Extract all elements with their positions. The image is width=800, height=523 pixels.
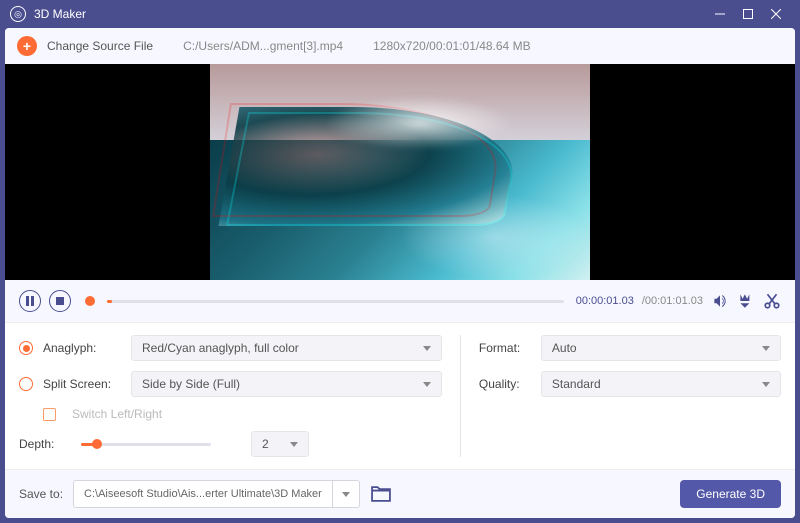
depth-slider[interactable] <box>81 443 211 446</box>
chevron-down-icon <box>290 442 298 447</box>
settings-panel: Anaglyph: Red/Cyan anaglyph, full color … <box>5 323 795 469</box>
bottom-bar: Save to: C:\Aiseesoft Studio\Ais...erter… <box>5 469 795 518</box>
open-folder-button[interactable] <box>370 483 392 505</box>
change-source-button[interactable]: Change Source File <box>47 39 153 53</box>
volume-button[interactable] <box>711 292 729 310</box>
stop-button[interactable] <box>49 290 71 312</box>
depth-select[interactable]: 2 <box>251 431 309 457</box>
pause-button[interactable] <box>19 290 41 312</box>
time-total: /00:01:01.03 <box>642 295 703 307</box>
app-logo-icon: ◎ <box>10 6 26 22</box>
snapshot-button[interactable] <box>737 292 755 310</box>
anaglyph-radio[interactable] <box>19 341 33 355</box>
source-bar: + Change Source File C:/Users/ADM...gmen… <box>5 28 795 64</box>
split-screen-radio[interactable] <box>19 377 33 391</box>
saveto-dropdown[interactable] <box>332 480 360 508</box>
source-path: C:/Users/ADM...gment[3].mp4 <box>183 39 343 53</box>
format-label: Format: <box>479 341 525 355</box>
content-area: + Change Source File C:/Users/ADM...gmen… <box>5 28 795 518</box>
source-meta: 1280x720/00:01:01/48.64 MB <box>373 39 530 53</box>
switch-lr-label: Switch Left/Right <box>72 407 162 421</box>
cut-button[interactable] <box>763 292 781 310</box>
quality-select[interactable]: Standard <box>541 371 781 397</box>
video-preview[interactable] <box>5 64 795 280</box>
split-label: Split Screen: <box>43 377 121 391</box>
seek-thumb[interactable] <box>85 296 95 306</box>
switch-lr-checkbox[interactable] <box>43 408 56 421</box>
preview-image <box>210 64 590 280</box>
saveto-label: Save to: <box>19 487 63 501</box>
generate-3d-button[interactable]: Generate 3D <box>680 480 781 508</box>
chevron-down-icon <box>423 346 431 351</box>
anaglyph-select[interactable]: Red/Cyan anaglyph, full color <box>131 335 442 361</box>
chevron-down-icon <box>342 492 350 497</box>
minimize-button[interactable] <box>706 0 734 28</box>
saveto-path[interactable]: C:\Aiseesoft Studio\Ais...erter Ultimate… <box>73 480 332 508</box>
quality-label: Quality: <box>479 377 525 391</box>
anaglyph-label: Anaglyph: <box>43 341 121 355</box>
titlebar: ◎ 3D Maker <box>0 0 800 28</box>
chevron-down-icon <box>762 346 770 351</box>
chevron-down-icon <box>762 382 770 387</box>
chevron-down-icon <box>423 382 431 387</box>
playback-controls: 00:00:01.03/00:01:01.03 <box>5 280 795 323</box>
add-source-button[interactable]: + <box>17 36 37 56</box>
depth-label: Depth: <box>19 437 65 451</box>
window-title: 3D Maker <box>34 7 86 21</box>
maximize-button[interactable] <box>734 0 762 28</box>
split-select[interactable]: Side by Side (Full) <box>131 371 442 397</box>
format-select[interactable]: Auto <box>541 335 781 361</box>
time-current: 00:00:01.03 <box>576 295 634 307</box>
close-button[interactable] <box>762 0 790 28</box>
seek-bar[interactable] <box>107 300 564 303</box>
